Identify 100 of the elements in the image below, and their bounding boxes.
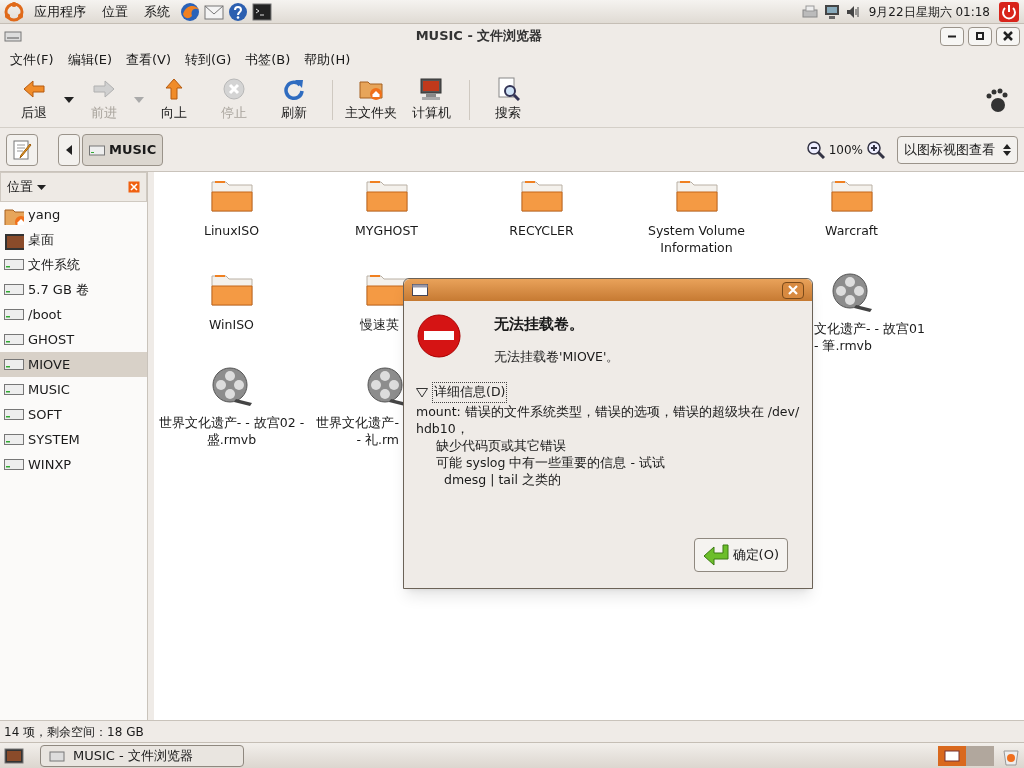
film-reel-icon — [829, 272, 874, 312]
drive-icon — [4, 384, 24, 395]
close-icon[interactable] — [128, 181, 140, 193]
enter-arrow-icon — [702, 543, 729, 567]
error-details-line: mount: 错误的文件系统类型，错误的选项，错误的超级块在 /dev/hdb10， — [416, 403, 800, 437]
error-details-line: dmesg | tail 之类的 — [443, 471, 562, 488]
ok-button[interactable]: 确定(O) — [693, 538, 788, 572]
sidebar-item[interactable]: yang — [0, 202, 147, 227]
updown-arrows-icon — [1003, 143, 1011, 156]
sidebar-item[interactable]: MIOVE — [0, 352, 147, 377]
toolbar-button[interactable]: 搜索 — [478, 74, 538, 125]
file-name: 慢速英 — [359, 316, 399, 333]
path-back-button[interactable] — [58, 133, 80, 166]
workspace-switcher[interactable] — [966, 745, 994, 766]
folder-icon — [674, 178, 719, 214]
stop-icon — [222, 76, 246, 101]
menu-item[interactable]: 帮助(H) — [298, 50, 357, 70]
dialog-heading: 无法挂载卷。 — [494, 314, 585, 335]
film-reel-icon — [209, 366, 254, 406]
view-mode-dropdown[interactable]: 以图标视图查看 — [897, 135, 1018, 164]
file-name: 世界文化遗产- - 故宫02 - 盛.rmvb — [157, 414, 306, 448]
menu-item[interactable]: 转到(G) — [179, 50, 238, 70]
sidebar-item[interactable]: MUSIC — [0, 377, 147, 402]
toolbar-button[interactable]: 主文件夹 — [341, 74, 401, 125]
sidebar-item[interactable]: WINXP — [0, 452, 147, 477]
drive-icon — [4, 459, 24, 470]
sidebar-selector[interactable]: 位置 — [7, 177, 46, 197]
power-icon[interactable] — [998, 0, 1020, 23]
sidebar-item[interactable]: SOFT — [0, 402, 147, 427]
triangle-down-icon — [416, 387, 428, 398]
panel-menu[interactable]: 位置 — [96, 1, 134, 22]
dialog-message: 无法挂载卷'MIOVE'。 — [494, 347, 620, 366]
close-icon — [787, 284, 799, 296]
close-button[interactable] — [996, 26, 1020, 46]
toolbar-button[interactable]: 后退 — [4, 74, 64, 125]
folder-icon — [364, 178, 409, 214]
toolbar-button[interactable]: 计算机 — [401, 74, 461, 125]
menu-item[interactable]: 编辑(E) — [61, 50, 118, 70]
magnifier-icon — [496, 76, 520, 101]
panel-menu[interactable]: 系统 — [138, 1, 176, 22]
file-name: LinuxISO — [203, 222, 260, 239]
edit-location-button[interactable] — [6, 133, 38, 166]
file-name: 世界文化遗产- - 礼.rm — [315, 414, 399, 448]
menu-item[interactable]: 书签(B) — [239, 50, 297, 70]
show-desktop-icon[interactable] — [4, 745, 24, 766]
file-name: Warcraft — [825, 222, 878, 239]
drive-icon — [4, 259, 24, 270]
folder-icon — [209, 178, 254, 214]
file-name: MYGHOST — [355, 222, 418, 239]
maximize-button[interactable] — [968, 26, 992, 46]
sidebar-item[interactable]: /boot — [0, 302, 147, 327]
zoom-level: 100% — [828, 141, 863, 159]
toolbar-button[interactable]: 刷新 — [264, 74, 324, 125]
close-button[interactable] — [782, 281, 804, 299]
zoom-in-icon[interactable] — [867, 140, 885, 159]
file-name: WinISO — [209, 316, 254, 333]
drive-icon — [4, 434, 24, 445]
file-name: RECYCLER — [509, 222, 574, 239]
drive-icon — [4, 409, 24, 420]
drive-icon — [89, 143, 105, 156]
menu-item[interactable]: 查看(V) — [120, 50, 178, 70]
file-name: 文化遗产- - 故宫01 - 筆.rmvb — [814, 320, 926, 354]
menu-item[interactable]: 文件(F) — [4, 50, 60, 70]
help-icon[interactable] — [228, 1, 248, 22]
window-icon[interactable] — [412, 284, 428, 296]
error-details-line: 缺少代码页或其它错误 — [435, 437, 567, 454]
folder-icon — [829, 178, 874, 214]
file-name: System Volume Information — [646, 222, 747, 256]
network-monitor-icon[interactable] — [822, 2, 841, 21]
computer-icon — [419, 76, 443, 101]
panel-menu[interactable]: 应用程序 — [28, 1, 92, 22]
drive-icon — [4, 334, 24, 345]
sidebar-item[interactable]: 文件系统 — [0, 252, 147, 277]
zoom-out-icon[interactable] — [806, 140, 825, 159]
drive-icon — [4, 309, 24, 320]
globe-icon[interactable] — [180, 1, 200, 22]
dropdown-arrow-icon[interactable] — [64, 96, 74, 103]
caret-down-icon — [37, 184, 46, 190]
sidebar-item[interactable]: 桌面 — [0, 227, 147, 252]
sidebar-item[interactable]: SYSTEM — [0, 427, 147, 452]
sidebar-item[interactable]: GHOST — [0, 327, 147, 352]
terminal-icon[interactable] — [252, 1, 272, 22]
folder-icon — [519, 178, 564, 214]
arrow-up-icon — [162, 76, 186, 101]
clock[interactable]: 9月22日星期六 01:18 — [864, 2, 994, 21]
workspace-switcher[interactable] — [938, 745, 966, 766]
path-button[interactable]: MUSIC — [82, 133, 164, 166]
footprint-icon[interactable] — [984, 86, 1008, 113]
notepad-pencil-icon — [11, 138, 33, 161]
taskbar-button[interactable]: MUSIC - 文件浏览器 — [40, 744, 244, 767]
toolbar-button[interactable]: 向上 — [144, 74, 204, 125]
drive-icon — [4, 359, 24, 370]
sidebar-item[interactable]: 5.7 GB 卷 — [0, 277, 147, 302]
error-details-line: 可能 syslog 中有一些重要的信息 - 试试 — [435, 454, 666, 471]
ubuntu-logo-icon[interactable] — [4, 1, 24, 22]
window-thumbnail-icon — [944, 749, 960, 762]
folder-icon — [209, 272, 254, 308]
caret-left-icon — [66, 144, 72, 155]
drive-icon — [49, 748, 65, 763]
minimize-icon — [947, 34, 957, 38]
